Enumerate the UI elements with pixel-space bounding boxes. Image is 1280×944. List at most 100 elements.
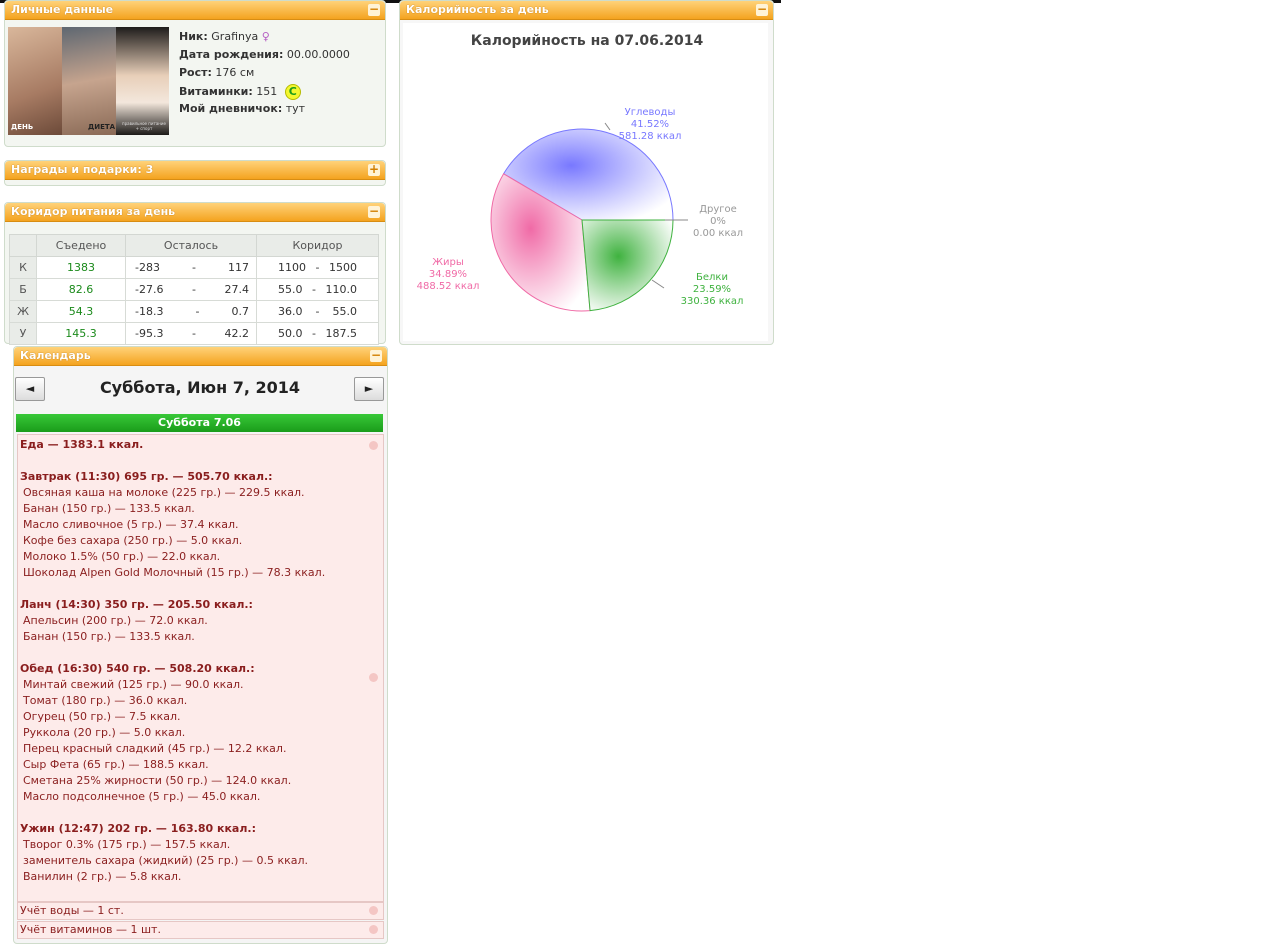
pie-label: 330.36 ккал — [681, 296, 744, 307]
corridor-header-cell: Коридор — [256, 234, 379, 257]
dash: - — [191, 261, 196, 274]
diary-row: Мой дневничок: тут — [179, 102, 305, 115]
pie-label: 0% — [710, 216, 726, 227]
avatar-caption: ДЕНЬ — [11, 123, 34, 131]
table-row: У 145.3 -95.3-42.2 50.0-187.5 — [9, 322, 379, 345]
chart-title: Калорийность на 07.06.2014 — [471, 33, 704, 49]
collapse-icon[interactable]: − — [756, 3, 768, 16]
left-cell: -18.3 - 0.7 — [125, 300, 257, 323]
avatar-caption: правильное питание + спорт — [122, 121, 166, 131]
left-max: 27.4 — [224, 283, 249, 296]
calendar-date: Суббота, Июн 7, 2014 — [99, 378, 301, 397]
left-cell: -95.3 - 42.2 — [125, 322, 257, 345]
avatar[interactable]: ДЕНЬ ДИЕТА правильное питание + спорт — [8, 27, 169, 135]
corridor-max: 110.0 — [325, 283, 357, 296]
dash: - — [315, 305, 320, 318]
avatar-photo-part — [8, 27, 62, 135]
avatar-caption: ДИЕТА — [88, 123, 116, 131]
dash: - — [195, 305, 200, 318]
next-day-button[interactable]: ► — [354, 377, 384, 401]
calories-panel-header[interactable]: Калорийность за день − — [400, 1, 773, 20]
collapse-icon[interactable]: − — [370, 349, 382, 362]
avatar-photo-part — [62, 27, 116, 135]
food-item: Перец красный сладкий (45 гр.) — 12.2 кк… — [23, 742, 287, 755]
apple-icon[interactable] — [369, 673, 378, 682]
left-min: -95.3 — [135, 327, 164, 340]
corridor-min: 55.0 — [278, 283, 303, 296]
diary-link[interactable]: тут — [286, 102, 305, 115]
corridor-header-cell — [9, 234, 37, 257]
corridor-cell: 1100-1500 — [256, 256, 379, 279]
nick-label: Ник: — [179, 30, 208, 43]
left-cell: -283 - 117 — [125, 256, 257, 279]
vitamins-tracking-row[interactable]: Учёт витаминов — 1 шт. — [17, 921, 384, 939]
nick-value: Grafinya — [211, 30, 259, 43]
food-item: Сметана 25% жирности (50 гр.) — 124.0 кк… — [23, 774, 292, 787]
corridor-cell: 55.0-110.0 — [256, 278, 379, 301]
pie-label: Жиры — [432, 257, 464, 268]
corridor-panel-title: Коридор питания за день — [11, 205, 176, 218]
corridor-max: 1500 — [328, 261, 357, 274]
food-item: Сыр Фета (65 гр.) — 188.5 ккал. — [23, 758, 209, 771]
food-item: Томат (180 гр.) — 36.0 ккал. — [23, 694, 188, 707]
water-row[interactable]: Учёт воды — 1 ст. — [17, 902, 384, 920]
left-min: -18.3 — [135, 305, 164, 318]
corridor-min: 1100 — [278, 261, 306, 274]
apple-icon[interactable] — [369, 906, 378, 915]
table-row: Ж 54.3 -18.3-0.7 36.0-55.0 — [9, 300, 379, 323]
food-item: Банан (150 гр.) — 133.5 ккал. — [23, 502, 195, 515]
pie-label: 41.52% — [631, 119, 669, 130]
vitamin-badge-icon: C — [284, 84, 301, 100]
table-row: Б 82.6 -27.6-27.4 55.0-110.0 — [9, 278, 379, 301]
personal-panel-header[interactable]: Личные данные − — [5, 1, 385, 20]
apple-icon[interactable] — [369, 925, 378, 934]
height-value: 176 см — [215, 66, 255, 79]
dash: - — [312, 327, 316, 340]
dash: - — [312, 283, 316, 296]
food-diary: Еда — 1383.1 ккал. Завтрак (11:30) 695 г… — [17, 434, 384, 902]
meal-title: Ланч (14:30) 350 гр. — 205.50 ккал.: — [20, 598, 253, 611]
food-item: Масло подсолнечное (5 гр.) — 45.0 ккал. — [23, 790, 261, 803]
birthdate-row: Дата рождения: 00.00.0000 — [179, 48, 350, 61]
food-item: Молоко 1.5% (50 гр.) — 22.0 ккал. — [23, 550, 221, 563]
awards-panel-title: Награды и подарки: 3 — [11, 163, 154, 176]
meal-title: Обед (16:30) 540 гр. — 508.20 ккал.: — [20, 662, 255, 675]
pie-label: 34.89% — [429, 269, 467, 280]
food-item: Минтай свежий (125 гр.) — 90.0 ккал. — [23, 678, 244, 691]
pie-label: 581.28 ккал — [619, 131, 682, 142]
food-item: Шоколад Alpen Gold Молочный (15 гр.) — 7… — [23, 566, 326, 579]
collapse-icon[interactable]: − — [368, 3, 380, 16]
collapse-icon[interactable]: − — [368, 205, 380, 218]
left-min: -27.6 — [135, 283, 164, 296]
food-item: Кофе без сахара (250 гр.) — 5.0 ккал. — [23, 534, 243, 547]
left-cell: -27.6 - 27.4 — [125, 278, 257, 301]
corridor-panel-header[interactable]: Коридор питания за день − — [5, 203, 385, 222]
corridor-cell: 36.0-55.0 — [256, 300, 379, 323]
row-label: У — [9, 322, 37, 345]
corridor-max: 187.5 — [325, 327, 357, 340]
apple-icon[interactable] — [369, 441, 378, 450]
pie-label: Другое — [699, 204, 737, 215]
expand-icon[interactable]: + — [368, 163, 380, 176]
pie-label: Углеводы — [625, 107, 676, 118]
water-text: Учёт воды — 1 ст. — [20, 904, 124, 917]
corridor-min: 36.0 — [278, 305, 303, 318]
food-total: Еда — 1383.1 ккал. — [20, 438, 144, 451]
left-min: -283 — [135, 261, 160, 274]
pie-label: 488.52 ккал — [417, 281, 480, 292]
left-max: 0.7 — [231, 305, 249, 318]
food-item: Апельсин (200 гр.) — 72.0 ккал. — [23, 614, 208, 627]
table-row: К 1383 -283-117 1100-1500 — [9, 256, 379, 279]
calories-pie-chart: Калорийность на 07.06.2014 Углеводы41.52… — [403, 23, 768, 341]
corridor-max: 55.0 — [332, 305, 357, 318]
awards-panel-header[interactable]: Награды и подарки: 3 + — [5, 161, 385, 180]
avatar-photo-part — [116, 27, 169, 135]
awards-panel: Награды и подарки: 3 + — [4, 160, 386, 186]
prev-day-button[interactable]: ◄ — [15, 377, 45, 401]
calendar-panel-header[interactable]: Календарь − — [14, 347, 387, 366]
nick-row: Ник: Grafinya ♀ — [179, 30, 270, 43]
day-header[interactable]: Суббота 7.06 — [16, 414, 383, 432]
corridor-table: Съедено Осталось Коридор К 1383 -283 - 117… — [9, 234, 379, 345]
pie-label: 0.00 ккал — [693, 228, 743, 239]
calendar-panel-title: Календарь — [20, 349, 91, 362]
